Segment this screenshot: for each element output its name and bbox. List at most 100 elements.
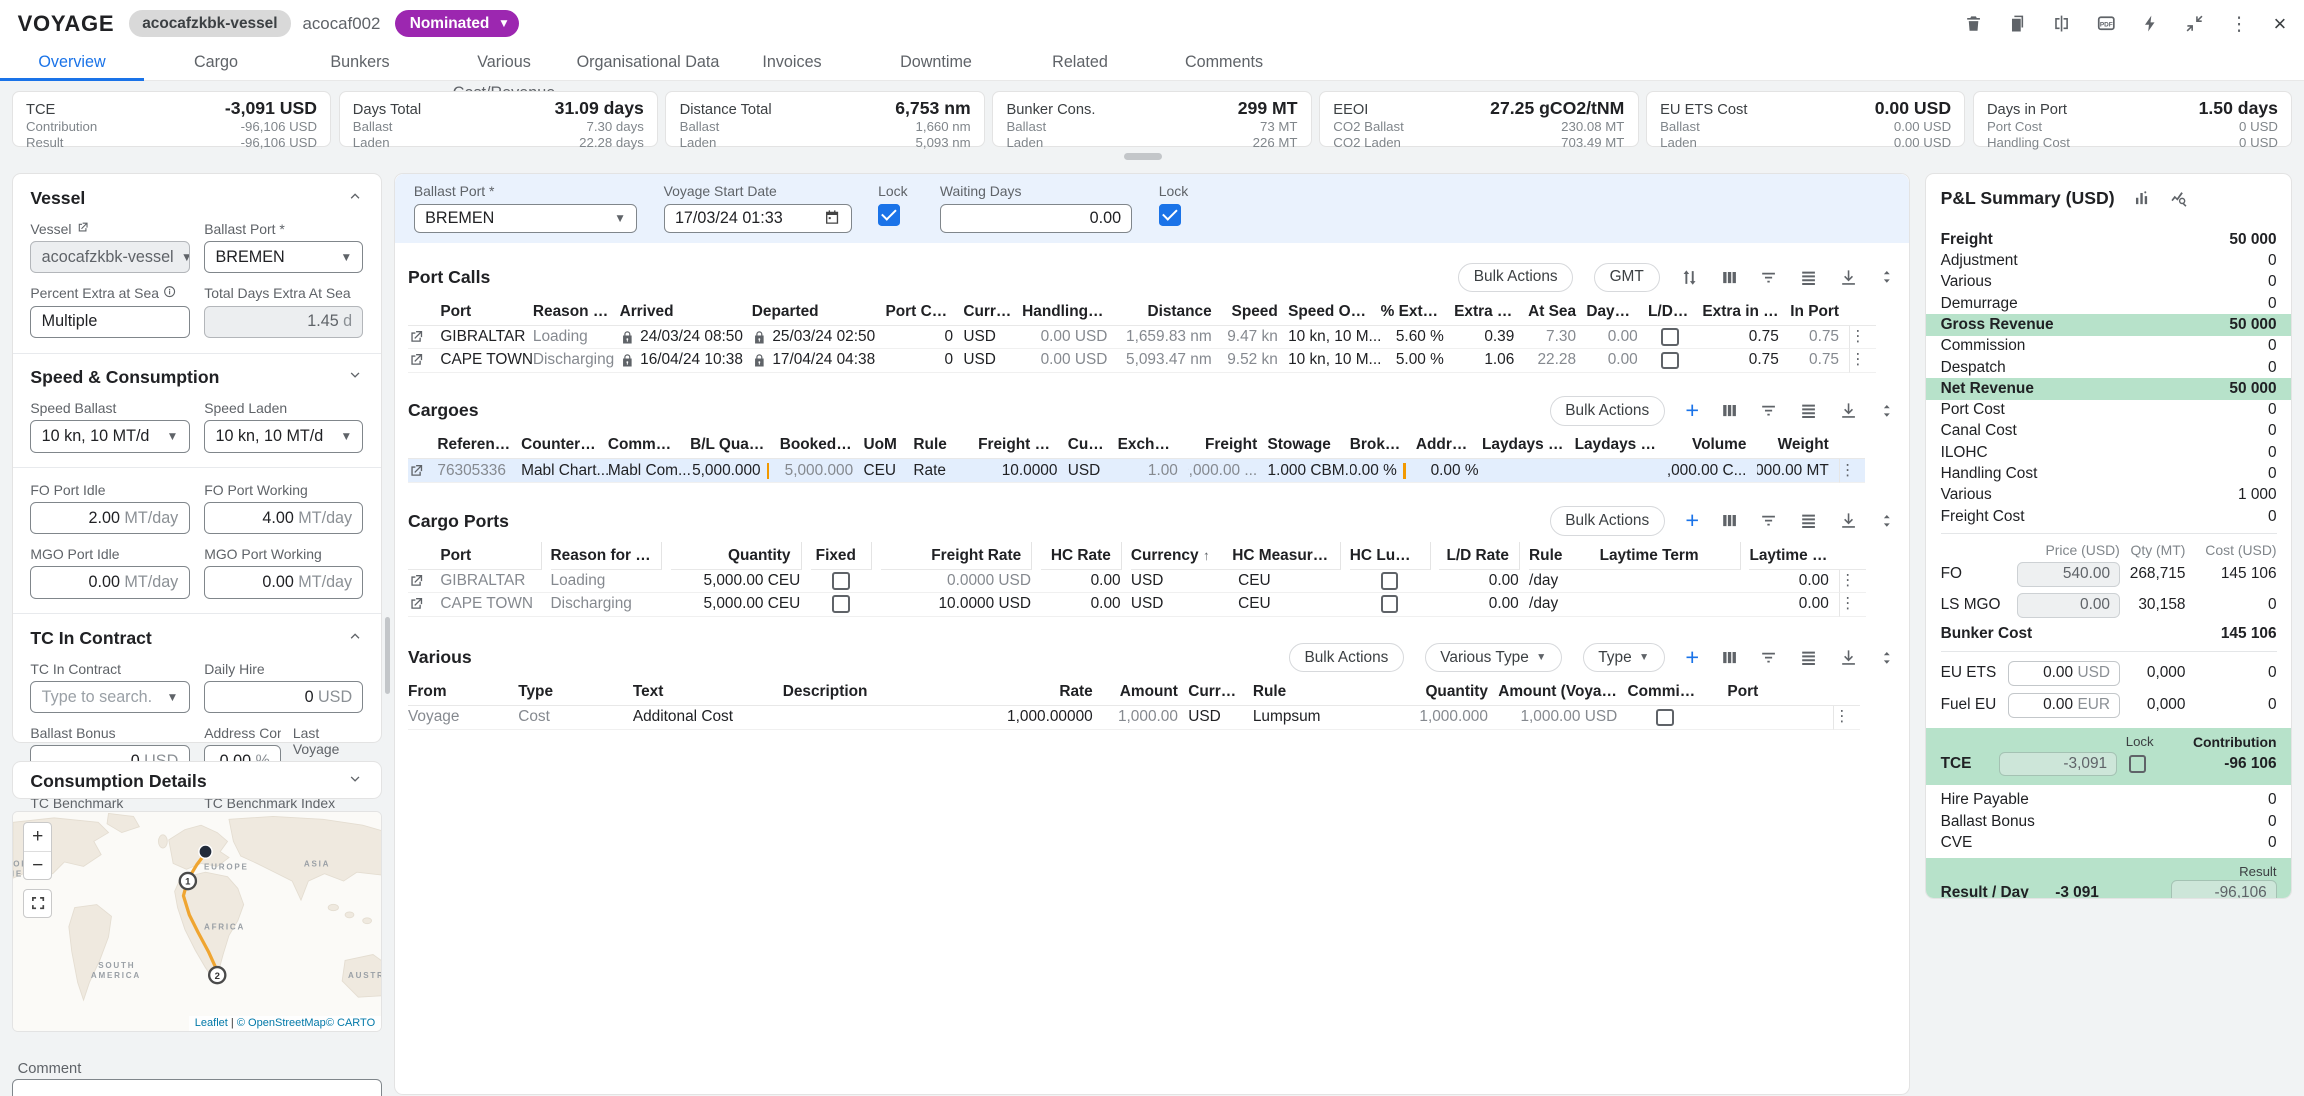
voyage-start-date-input[interactable]: 17/03/24 01:33 xyxy=(664,204,852,233)
col-header[interactable]: Currency xyxy=(1068,431,1118,459)
bulk-actions-button[interactable]: Bulk Actions xyxy=(1289,643,1404,672)
commission-checkbox[interactable] xyxy=(1656,709,1674,727)
ballast-port-select[interactable]: BREMEN▼ xyxy=(204,241,363,273)
collapse-section-icon[interactable] xyxy=(1878,649,1896,667)
col-header[interactable]: Commission xyxy=(1628,678,1713,706)
col-header[interactable]: Freight Rate xyxy=(881,542,1032,570)
collapse-chevron-up-icon[interactable] xyxy=(347,628,363,649)
row-menu-icon[interactable]: ⋮ xyxy=(1839,459,1865,483)
col-header[interactable]: Port Cost xyxy=(886,298,964,326)
close-icon[interactable]: × xyxy=(2274,11,2287,37)
col-header[interactable]: Text xyxy=(633,678,783,706)
ballast-port-select[interactable]: BREMEN▼ xyxy=(414,204,637,233)
col-header[interactable]: Arrived xyxy=(620,298,752,326)
col-header[interactable]: Rule xyxy=(913,431,978,459)
hc-lumpsum-checkbox[interactable] xyxy=(1381,572,1399,590)
ld-fixed-checkbox[interactable] xyxy=(1661,328,1679,346)
leaflet-link[interactable]: Leaflet xyxy=(195,1017,228,1029)
hc-lumpsum-checkbox[interactable] xyxy=(1381,595,1399,613)
col-header[interactable]: Laydays Commence xyxy=(1482,431,1575,459)
col-header[interactable]: Currency xyxy=(963,298,1022,326)
fuel-eu-input[interactable]: 0.00EUR xyxy=(2008,693,2120,718)
columns-icon[interactable] xyxy=(1720,268,1739,287)
filter-icon[interactable] xyxy=(1759,401,1778,420)
add-various-icon[interactable]: + xyxy=(1685,646,1699,670)
filter-icon[interactable] xyxy=(1759,648,1778,667)
row-density-icon[interactable] xyxy=(1799,648,1818,667)
filter-icon[interactable] xyxy=(1759,511,1778,530)
horizontal-scrollbar-thumb[interactable] xyxy=(1124,153,1162,160)
col-header[interactable]: Laytime Used xyxy=(1749,542,1839,570)
vessel-select[interactable]: acocafzkbk-vessel▼ xyxy=(30,241,189,273)
col-header[interactable]: B/L Quantity xyxy=(690,431,780,459)
bulk-actions-button[interactable]: Bulk Actions xyxy=(1550,506,1665,535)
open-row-icon[interactable] xyxy=(408,459,437,483)
col-header[interactable]: Address C. xyxy=(1416,431,1482,459)
col-header[interactable]: Commodity xyxy=(608,431,690,459)
gmt-button[interactable]: GMT xyxy=(1594,263,1660,292)
col-header[interactable]: Currency xyxy=(1188,678,1253,706)
col-header[interactable]: % Extra At ... xyxy=(1381,298,1454,326)
col-header[interactable]: Booked Qu... xyxy=(780,431,864,459)
tab-invoices[interactable]: Invoices xyxy=(720,47,864,80)
col-header[interactable]: Reason for Call xyxy=(551,542,663,570)
bulk-actions-button[interactable]: Bulk Actions xyxy=(1550,396,1665,425)
col-header[interactable]: Weight xyxy=(1757,431,1839,459)
zoom-in-button[interactable]: + xyxy=(24,823,51,851)
row-density-icon[interactable] xyxy=(1799,268,1818,287)
col-header[interactable]: L/D Rate xyxy=(1439,542,1520,570)
row-density-icon[interactable] xyxy=(1799,401,1818,420)
fixed-checkbox[interactable] xyxy=(832,595,850,613)
start-date-lock-checkbox[interactable] xyxy=(878,204,900,226)
copy-icon[interactable] xyxy=(2008,14,2027,33)
col-header[interactable]: At Sea xyxy=(1525,298,1587,326)
open-row-icon[interactable] xyxy=(408,349,440,373)
download-icon[interactable] xyxy=(1839,401,1858,420)
open-row-icon[interactable] xyxy=(408,570,440,594)
col-header[interactable]: Laydays Cancelling xyxy=(1575,431,1668,459)
download-icon[interactable] xyxy=(1839,511,1858,530)
col-header[interactable]: Broker C. xyxy=(1350,431,1416,459)
open-row-icon[interactable] xyxy=(408,326,440,350)
carto-link[interactable]: © CARTO xyxy=(326,1017,375,1029)
waiting-days-input[interactable]: 0.00 xyxy=(940,204,1132,233)
col-header[interactable]: L/D Fixed xyxy=(1648,298,1702,326)
export-pdf-icon[interactable] xyxy=(2096,13,2117,34)
speed-ballast-select[interactable]: 10 kn, 10 MT/d▼ xyxy=(30,420,189,452)
tab-cargo[interactable]: Cargo xyxy=(144,47,288,80)
col-header[interactable]: Extra in Port xyxy=(1702,298,1789,326)
col-header[interactable]: Speed xyxy=(1222,298,1288,326)
col-header[interactable]: Rule xyxy=(1529,542,1600,570)
collapse-chevron-down-icon[interactable] xyxy=(347,771,363,792)
row-density-icon[interactable] xyxy=(1799,511,1818,530)
port-marker-2[interactable]: 2 xyxy=(209,967,225,983)
col-header[interactable]: Speed Order xyxy=(1288,298,1381,326)
various-type-dropdown[interactable]: Various Type▼ xyxy=(1425,643,1562,672)
more-options-icon[interactable]: ⋮ xyxy=(2229,12,2248,36)
vertical-scrollbar-thumb[interactable] xyxy=(385,617,390,693)
status-dropdown-button[interactable]: Nominated ▼ xyxy=(395,10,519,38)
col-header[interactable]: Type xyxy=(518,678,633,706)
route-map[interactable]: NORTH AMERICA EUROPE ASIA AFRICA SOUTH A… xyxy=(12,811,382,1031)
compare-icon[interactable] xyxy=(2052,14,2071,33)
col-header[interactable]: Quantity xyxy=(671,542,802,570)
col-header[interactable]: HC Measurement xyxy=(1221,542,1341,570)
bulk-actions-button[interactable]: Bulk Actions xyxy=(1458,263,1573,292)
collapse-section-icon[interactable] xyxy=(1878,512,1896,530)
col-header[interactable]: HC Rate xyxy=(1041,542,1122,570)
sort-icon[interactable] xyxy=(1680,268,1699,287)
col-header[interactable]: Stowage xyxy=(1268,431,1350,459)
mgo-port-idle-input[interactable]: 0.00MT/day xyxy=(30,566,189,598)
download-icon[interactable] xyxy=(1839,648,1858,667)
tab-organisational-data[interactable]: Organisational Data xyxy=(576,47,720,80)
col-header[interactable]: Volume xyxy=(1667,431,1757,459)
fo-port-idle-input[interactable]: 2.00MT/day xyxy=(30,502,189,534)
row-menu-icon[interactable]: ⋮ xyxy=(1839,593,1865,617)
col-header[interactable]: Freight xyxy=(1188,431,1267,459)
tab-various-cost-revenue[interactable]: Various Cost/Revenue xyxy=(432,47,576,80)
waiting-days-lock-checkbox[interactable] xyxy=(1159,204,1181,226)
daily-hire-input[interactable]: 0USD xyxy=(204,681,363,713)
collapse-chevron-down-icon[interactable] xyxy=(347,367,363,388)
speed-laden-select[interactable]: 10 kn, 10 MT/d▼ xyxy=(204,420,363,452)
delete-icon[interactable] xyxy=(1964,14,1983,33)
